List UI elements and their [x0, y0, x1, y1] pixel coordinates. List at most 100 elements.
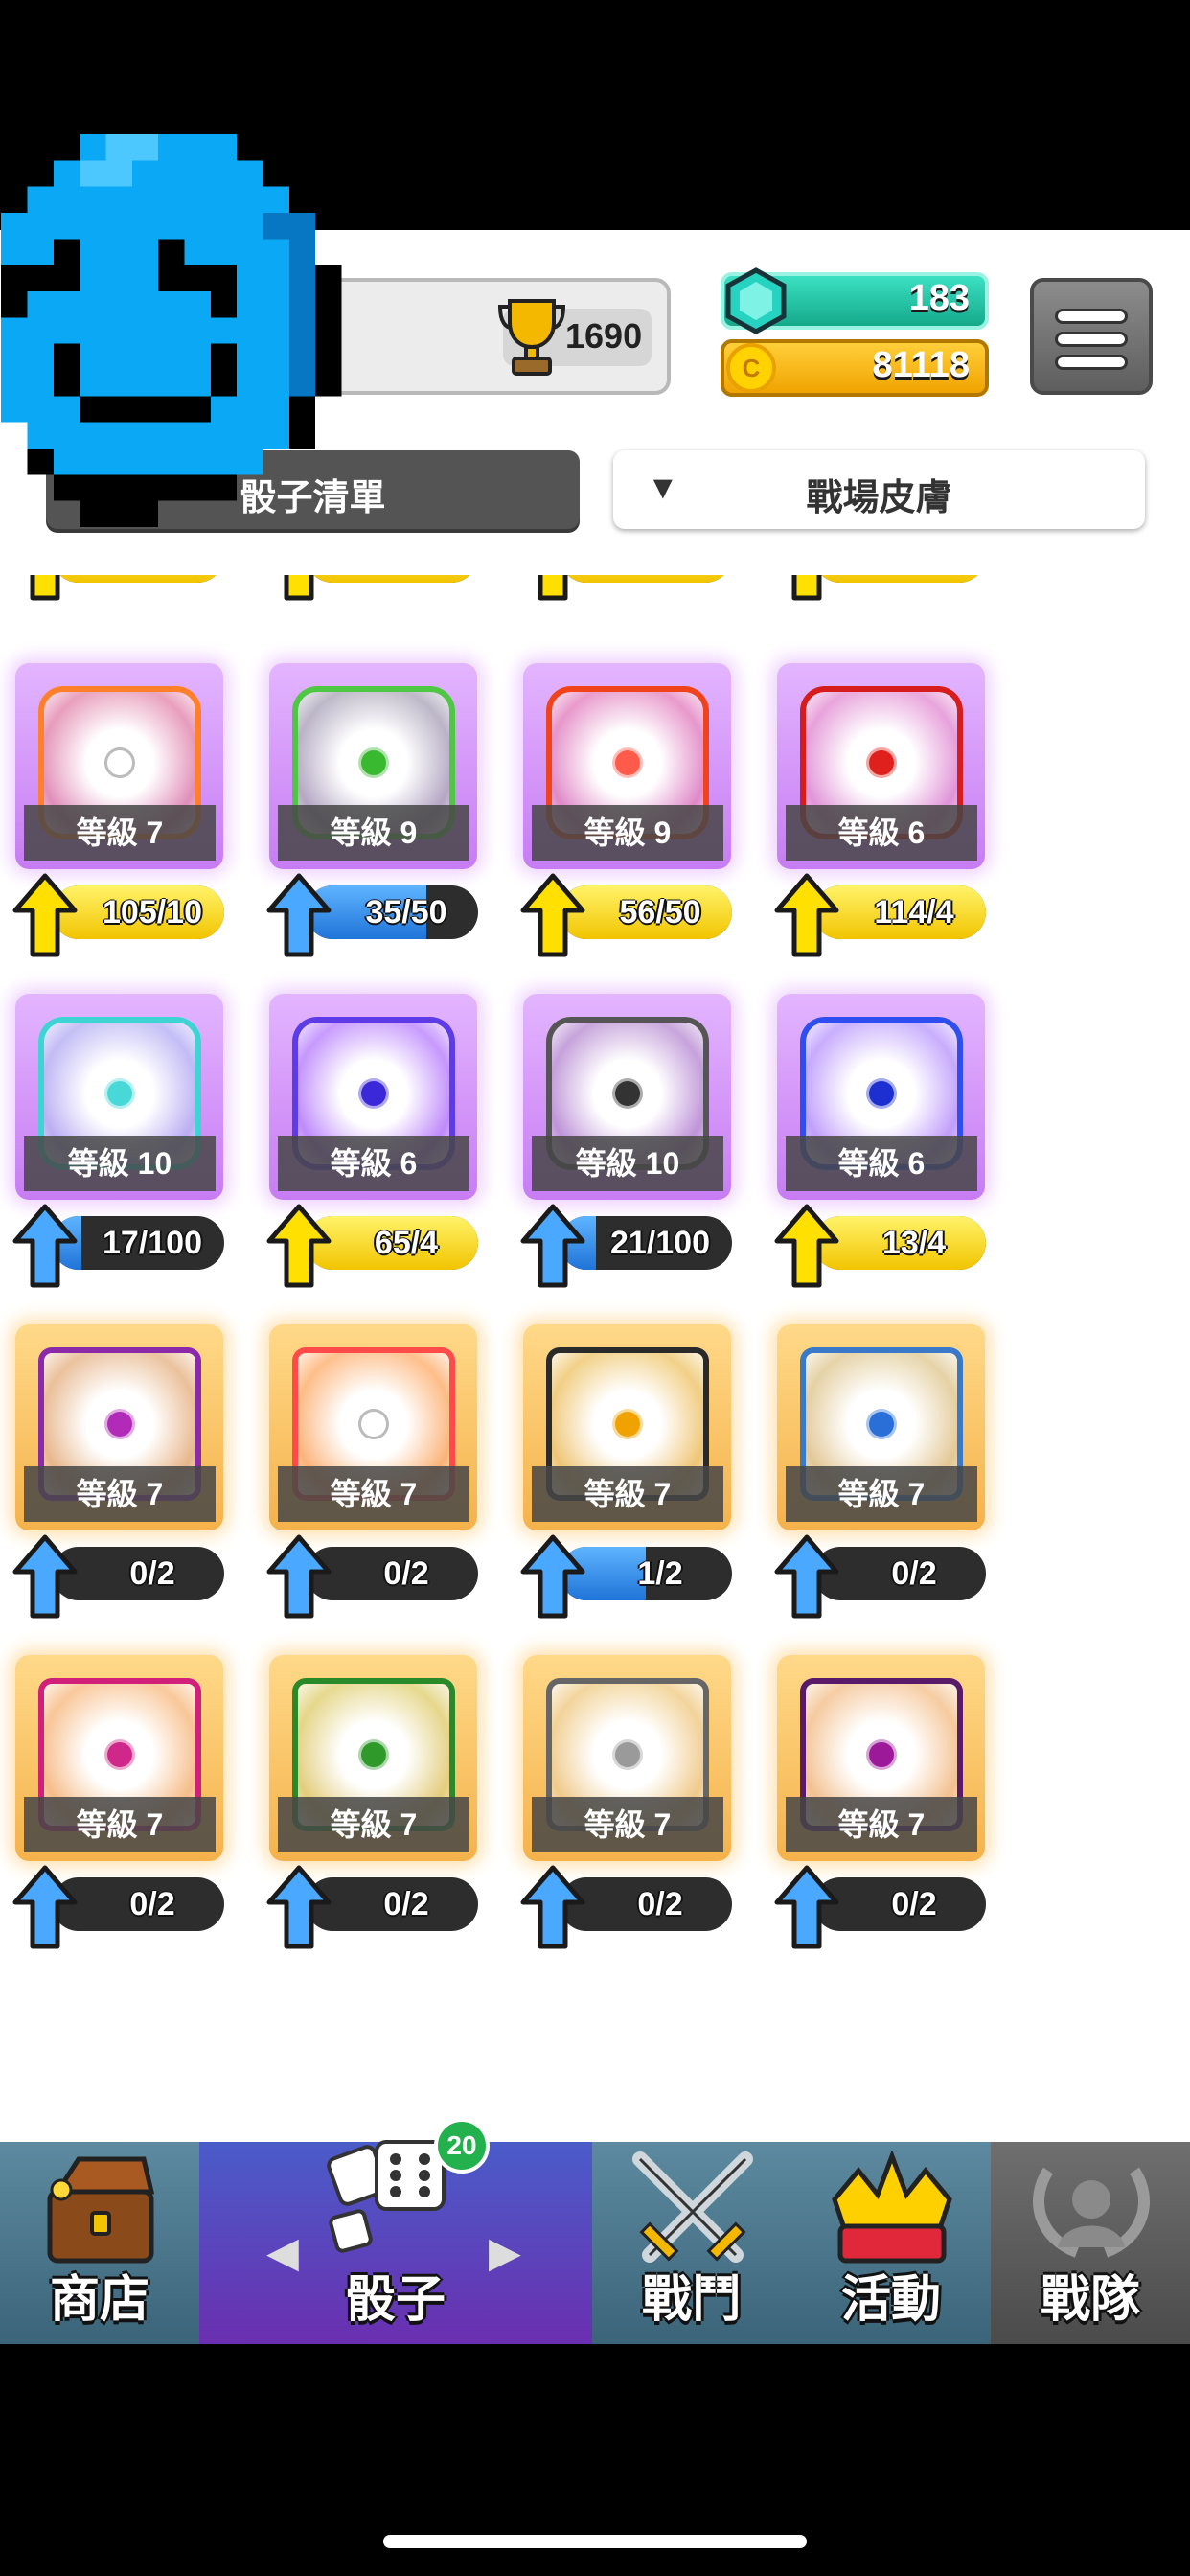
- dice-level-label: 等級 7: [532, 1466, 723, 1522]
- dice-card[interactable]: 等級 6 65/4: [265, 994, 481, 1288]
- treasure-chest-icon: [47, 2156, 155, 2264]
- tab-battlefield-skin-label: 戰場皮膚: [806, 478, 952, 518]
- nav-dice-label: 骰子: [345, 2272, 446, 2328]
- upgrade-arrow-icon[interactable]: [11, 872, 79, 958]
- clan-laurel-icon: [1033, 2167, 1150, 2258]
- home-indicator[interactable]: [383, 2535, 807, 2548]
- bottom-nav: 商店 骰子 戰鬥 活動 戰隊: [0, 2140, 1190, 2344]
- dice-card[interactable]: 等級 7 0/2: [265, 1324, 481, 1619]
- upgrade-arrow-icon[interactable]: [773, 1203, 840, 1289]
- dice-card[interactable]: 101/4: [265, 575, 481, 601]
- die-pip: [107, 750, 132, 775]
- dice-card[interactable]: 等級 7 0/2: [11, 1324, 227, 1619]
- nav-dice[interactable]: 骰子: [199, 2140, 592, 2344]
- die-pip: [869, 1742, 894, 1767]
- dice-level-label: 等級 9: [532, 805, 723, 861]
- dice-card[interactable]: 等級 9 56/50: [519, 663, 735, 957]
- dice-level-label: 等級 7: [786, 1466, 977, 1522]
- upgrade-arrow-icon[interactable]: [773, 1533, 840, 1620]
- upgrade-progress-text: 0/2: [383, 1886, 429, 1922]
- upgrade-progress-text: 0/2: [891, 1555, 937, 1592]
- upgrade-arrow-icon[interactable]: [519, 1864, 586, 1950]
- dice-level-label: 等級 6: [278, 1136, 469, 1191]
- dice-card[interactable]: 等級 7 1/2: [519, 1324, 735, 1619]
- dice-card[interactable]: 112/4: [773, 575, 989, 601]
- dice-card[interactable]: 等級 7 0/2: [773, 1324, 989, 1619]
- dice-card[interactable]: 等級 7 0/2: [265, 1655, 481, 1949]
- upgrade-progress-text: 64/50: [80, 575, 224, 583]
- upgrade-arrow-icon[interactable]: [773, 872, 840, 958]
- die-pip: [361, 1412, 386, 1437]
- nav-shop-label: 商店: [49, 2272, 149, 2328]
- upgrade-progress-text: 112/4: [842, 575, 986, 583]
- upgrade-arrow-icon[interactable]: [265, 1864, 332, 1950]
- dice-level-label: 等級 9: [278, 805, 469, 861]
- upgrade-arrow-icon[interactable]: [773, 575, 840, 602]
- dice-level-label: 等級 10: [24, 1136, 216, 1191]
- upgrade-arrow-icon[interactable]: [773, 1864, 840, 1950]
- gem-icon: [725, 267, 787, 334]
- dice-card[interactable]: 等級 10 17/100: [11, 994, 227, 1288]
- dice-card[interactable]: 等級 10 21/100: [519, 994, 735, 1288]
- dice-grid[interactable]: 64/50101/4127/4112/4等級 7105/10等級 935/50等…: [0, 575, 1190, 2147]
- dice-level-label: 等級 7: [24, 1466, 216, 1522]
- nav-prev-arrow-icon[interactable]: ◀: [266, 2228, 299, 2277]
- menu-button[interactable]: [1030, 278, 1153, 395]
- upgrade-arrow-icon[interactable]: [265, 1203, 332, 1289]
- upgrade-arrow-icon[interactable]: [265, 872, 332, 958]
- dice-card[interactable]: 等級 6 13/4: [773, 994, 989, 1288]
- dice-level-label: 等級 7: [24, 805, 216, 861]
- pixel-smiley-avatar: [1, 134, 342, 527]
- die-pip: [615, 750, 640, 775]
- dice-card[interactable]: 64/50: [11, 575, 227, 601]
- dice-card[interactable]: 等級 7 0/2: [773, 1655, 989, 1949]
- dice-card[interactable]: 等級 6 114/4: [773, 663, 989, 957]
- tab-battlefield-skin[interactable]: ▼ 戰場皮膚: [613, 450, 1145, 529]
- dice-card[interactable]: 等級 7 0/2: [11, 1655, 227, 1949]
- upgrade-arrow-icon[interactable]: [519, 872, 586, 958]
- upgrade-arrow-icon[interactable]: [519, 575, 586, 602]
- nav-shop[interactable]: 商店: [0, 2142, 199, 2344]
- upgrade-progress-text: 21/100: [610, 1225, 710, 1261]
- dice-card[interactable]: 等級 7 105/10: [11, 663, 227, 957]
- die-pip: [615, 1081, 640, 1106]
- nav-event[interactable]: 活動: [791, 2142, 991, 2344]
- upgrade-progress-text: 114/4: [874, 894, 954, 931]
- trophy-count: 1690: [565, 316, 643, 356]
- upgrade-arrow-icon[interactable]: [265, 575, 332, 602]
- dice-card[interactable]: 127/4: [519, 575, 735, 601]
- die-pip: [107, 1081, 132, 1106]
- upgrade-arrow-icon[interactable]: [11, 1203, 79, 1289]
- nav-clan[interactable]: 戰隊: [991, 2142, 1190, 2344]
- upgrade-progress-text: 56/50: [619, 894, 701, 931]
- upgrade-arrow-icon[interactable]: [265, 1533, 332, 1620]
- upgrade-progress-text: 17/100: [103, 1225, 202, 1261]
- upgrade-arrow-icon[interactable]: [11, 575, 79, 602]
- upgrade-arrow-icon[interactable]: [11, 1864, 79, 1950]
- die-pip: [361, 1742, 386, 1767]
- dice-level-label: 等級 10: [532, 1136, 723, 1191]
- nav-battle[interactable]: 戰鬥: [592, 2142, 791, 2344]
- menu-line-icon: [1055, 309, 1128, 324]
- upgrade-progress-text: 105/10: [103, 894, 202, 931]
- upgrade-arrow-icon[interactable]: [519, 1533, 586, 1620]
- die-pip: [869, 750, 894, 775]
- die-pip: [869, 1081, 894, 1106]
- nav-clan-label: 戰隊: [1040, 2272, 1140, 2328]
- upgrade-arrow-icon[interactable]: [11, 1533, 79, 1620]
- nav-battle-label: 戰鬥: [641, 2272, 742, 2328]
- nav-next-arrow-icon[interactable]: ▶: [489, 2228, 521, 2277]
- crown-icon: [832, 2151, 952, 2264]
- upgrade-progress-text: 65/4: [374, 1225, 439, 1261]
- crossed-swords-icon: [632, 2151, 753, 2263]
- upgrade-progress-text: 0/2: [129, 1886, 175, 1922]
- upgrade-progress-text: 101/4: [334, 575, 478, 583]
- coin-icon: C: [726, 343, 776, 393]
- dice-count-badge: 20: [434, 2118, 490, 2174]
- upgrade-progress-text: 0/2: [891, 1886, 937, 1922]
- upgrade-progress-text: 35/50: [365, 894, 447, 931]
- dice-card[interactable]: 等級 9 35/50: [265, 663, 481, 957]
- dice-level-label: 等級 7: [278, 1466, 469, 1522]
- upgrade-arrow-icon[interactable]: [519, 1203, 586, 1289]
- dice-card[interactable]: 等級 7 0/2: [519, 1655, 735, 1949]
